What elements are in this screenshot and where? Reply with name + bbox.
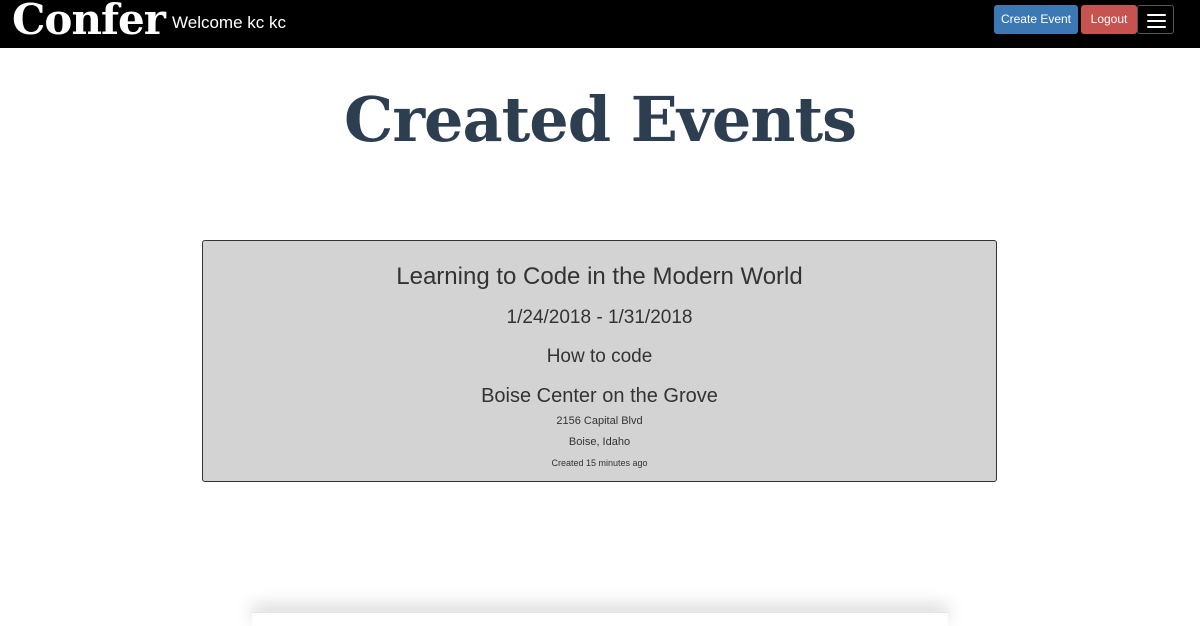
event-title: Learning to Code in the Modern World bbox=[396, 263, 803, 290]
page-title: Created Events bbox=[343, 83, 857, 156]
footer-panel-edge bbox=[252, 612, 948, 626]
event-card[interactable]: Learning to Code in the Modern World 1/2… bbox=[202, 240, 997, 482]
event-city-state: Boise, Idaho bbox=[568, 436, 631, 448]
menu-toggle-button[interactable] bbox=[1137, 5, 1174, 34]
event-created-time: Created 15 minutes ago bbox=[551, 458, 648, 468]
event-dates: 1/24/2018 - 1/31/2018 bbox=[506, 307, 693, 328]
brand-logo[interactable]: Confer bbox=[12, 0, 166, 44]
event-description: How to code bbox=[546, 346, 653, 367]
event-address: 2156 Capital Blvd bbox=[556, 415, 643, 427]
welcome-message: Welcome kc kc bbox=[172, 13, 286, 32]
logout-button[interactable]: Logout bbox=[1081, 5, 1137, 34]
navbar: Confer Welcome kc kc Create Event Logout bbox=[0, 0, 1200, 48]
create-event-button[interactable]: Create Event bbox=[994, 5, 1078, 34]
event-venue: Boise Center on the Grove bbox=[481, 385, 718, 407]
